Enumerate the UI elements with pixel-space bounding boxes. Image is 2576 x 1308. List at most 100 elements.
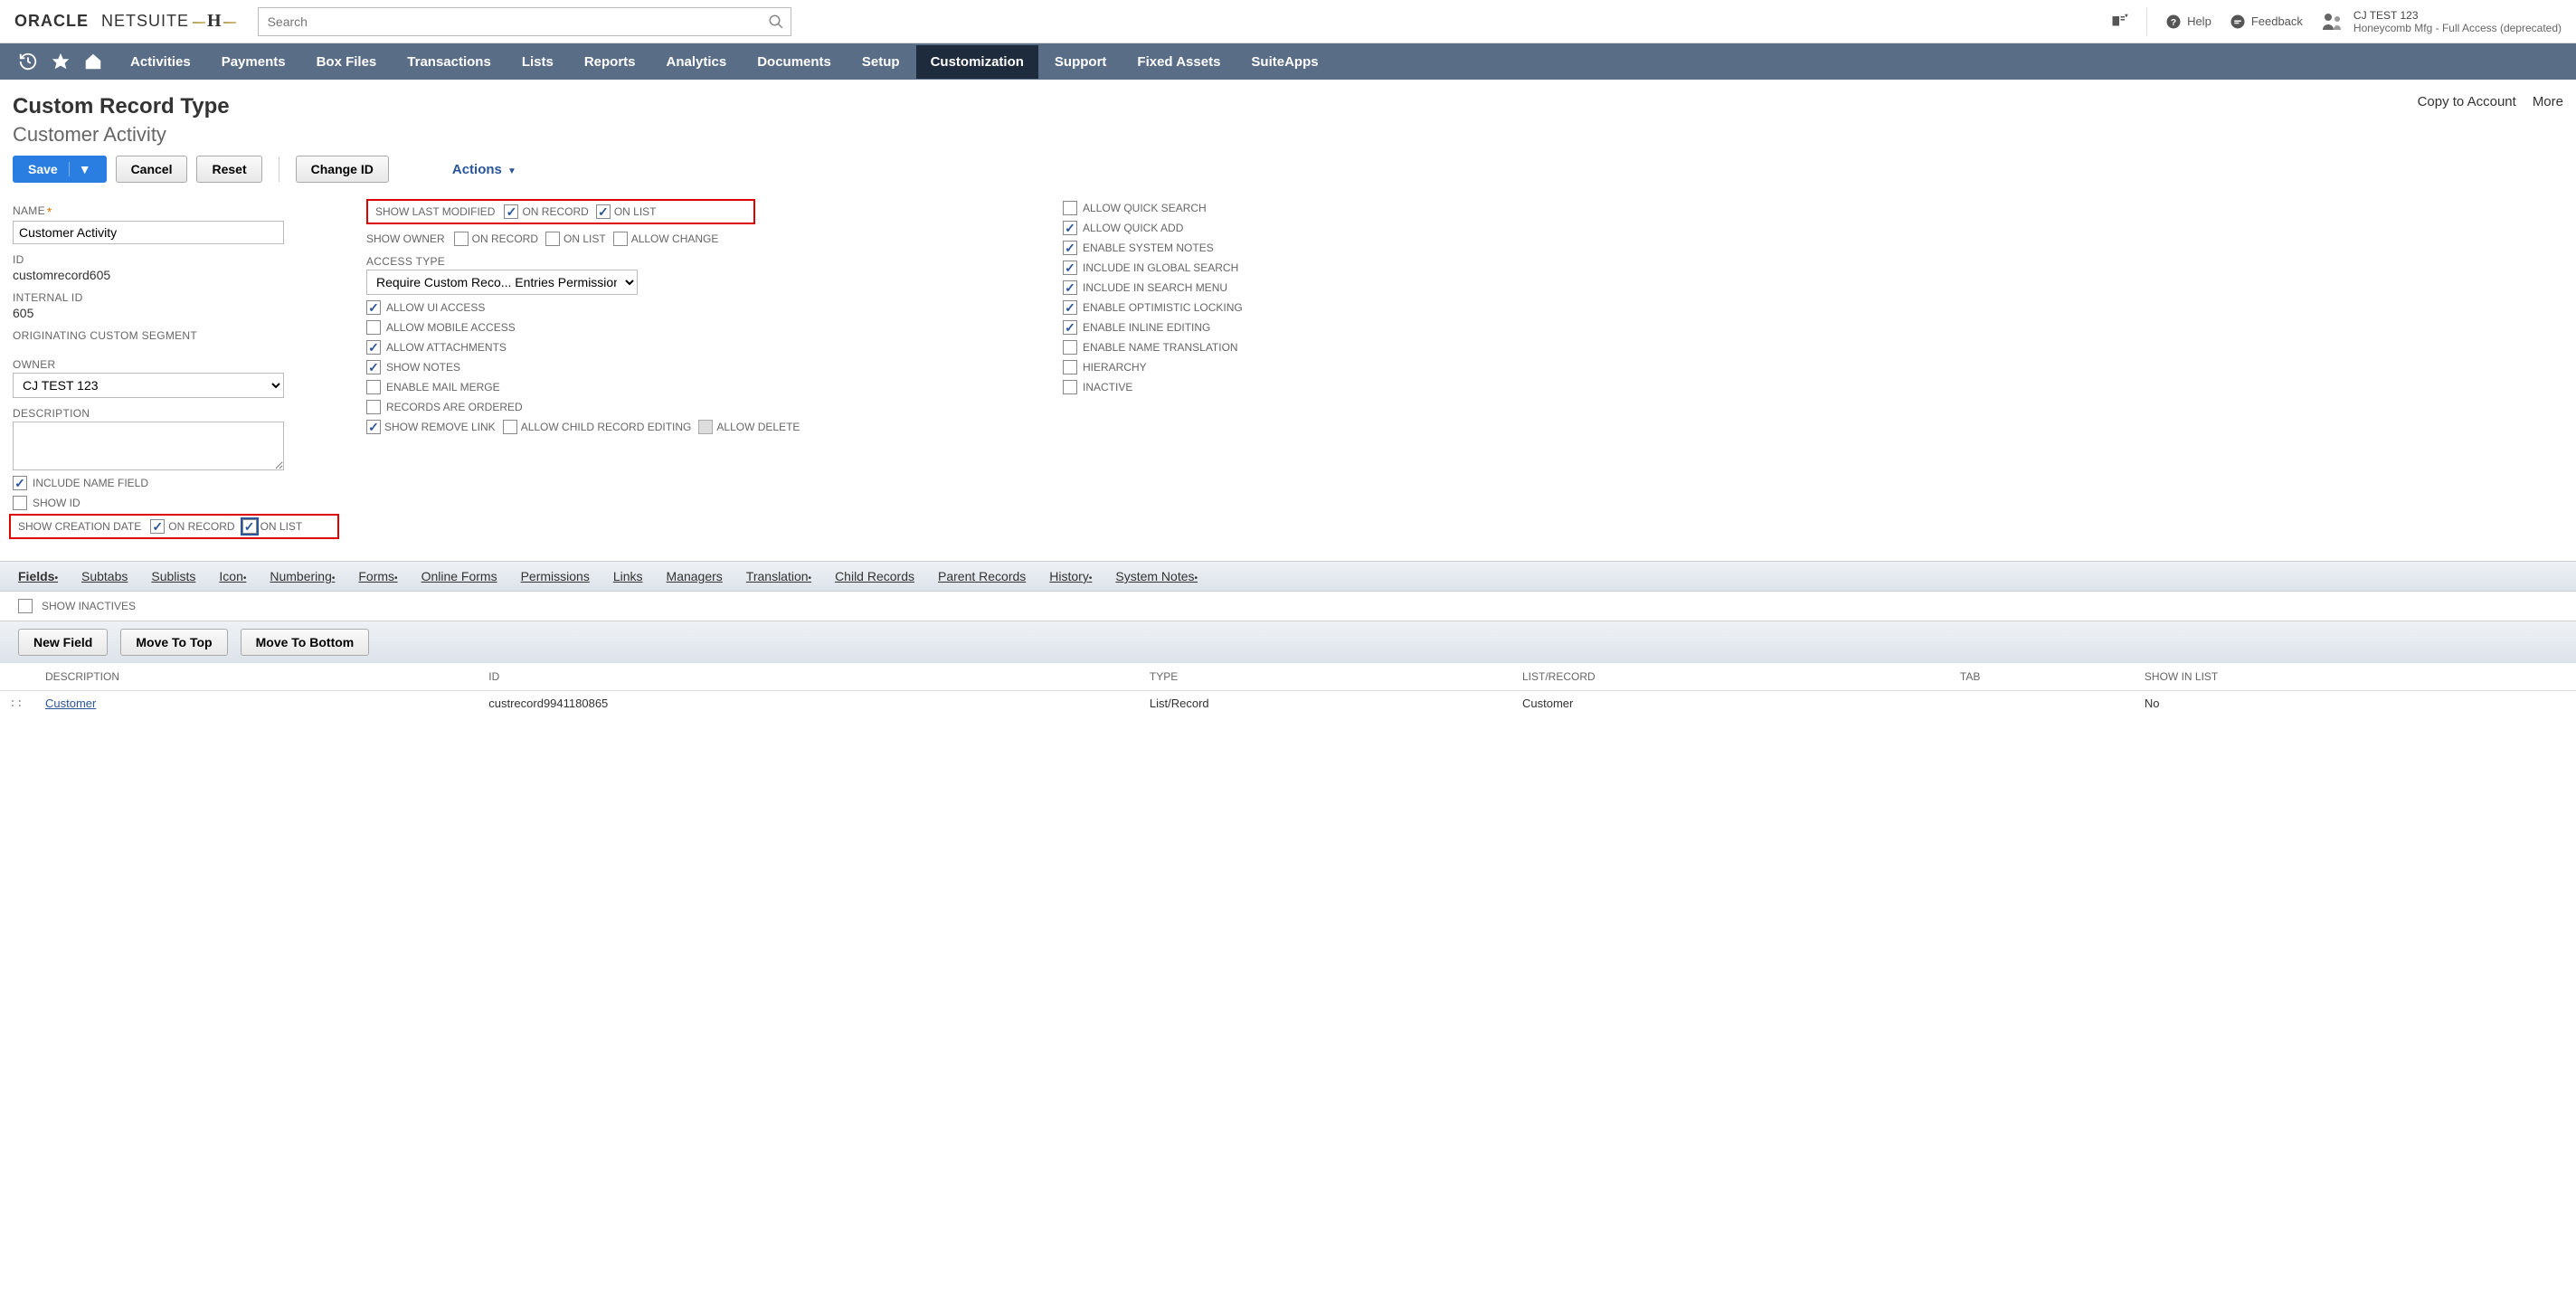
nav-item-support[interactable]: Support [1040,45,1122,79]
row-description-link[interactable]: Customer [45,697,96,710]
nav-item-customization[interactable]: Customization [916,45,1038,79]
subtab-history[interactable]: History [1049,569,1092,583]
nav-item-documents[interactable]: Documents [743,45,846,79]
access-type-select[interactable]: Require Custom Reco... Entries Permissio… [366,270,638,295]
nav-item-activities[interactable]: Activities [116,45,205,79]
table-row[interactable]: ::Customercustrecord9941180865List/Recor… [0,691,2576,716]
creation-on-list-label: ON LIST [260,520,303,533]
save-caret-icon[interactable]: ▼ [69,162,91,176]
show-remove-link-checkbox[interactable] [366,420,381,434]
search-input[interactable] [258,7,791,36]
history-icon[interactable] [18,52,38,71]
copy-to-account-link[interactable]: Copy to Account [2418,94,2516,109]
new-field-button[interactable]: New Field [18,629,108,656]
creation-on-list-checkbox[interactable] [242,519,257,534]
enable-inline-editing-checkbox[interactable] [1063,320,1077,335]
include-in-global-search-checkbox[interactable] [1063,261,1077,275]
records-are-ordered-label: RECORDS ARE ORDERED [386,401,523,413]
subtab-fields[interactable]: Fields [18,569,58,583]
subtab-icon[interactable]: Icon [219,569,246,583]
creation-on-record-checkbox[interactable] [150,519,165,534]
description-textarea[interactable] [13,422,284,470]
enable-mail-merge-checkbox[interactable] [366,380,381,394]
star-icon[interactable] [51,52,71,71]
enable-optimistic-locking-checkbox[interactable] [1063,300,1077,315]
allow-mobile-access-checkbox[interactable] [366,320,381,335]
row-show-in-list: No [2136,691,2576,716]
show-inactives-checkbox[interactable] [18,599,33,613]
allow-quick-add-checkbox[interactable] [1063,221,1077,235]
allow-attachments-checkbox[interactable] [366,340,381,355]
nav-item-setup[interactable]: Setup [848,45,914,79]
nav-item-suiteapps[interactable]: SuiteApps [1236,45,1332,79]
nav-item-box-files[interactable]: Box Files [302,45,392,79]
owner-allow-change-label: ALLOW CHANGE [631,232,719,245]
creation-on-record-label: ON RECORD [168,520,234,533]
subtab-sublists[interactable]: Sublists [151,569,195,583]
allow-delete-checkbox[interactable] [698,420,713,434]
enable-name-translation-label: ENABLE NAME TRANSLATION [1083,341,1238,354]
records-are-ordered-checkbox[interactable] [366,400,381,414]
nav-item-lists[interactable]: Lists [507,45,568,79]
help-link[interactable]: ? Help [2165,14,2211,30]
nav-item-fixed-assets[interactable]: Fixed Assets [1122,45,1235,79]
owner-on-list-checkbox[interactable] [545,232,560,246]
search-icon[interactable] [768,14,784,30]
page-header: Custom Record Type Customer Activity Cop… [0,80,2576,156]
owner-select[interactable]: CJ TEST 123 [13,373,284,398]
nav-item-payments[interactable]: Payments [207,45,300,79]
home-icon[interactable] [83,52,103,71]
subtab-online-forms[interactable]: Online Forms [421,569,497,583]
subtab-links[interactable]: Links [613,569,643,583]
page-subtitle: Customer Activity [13,123,230,147]
col-tab: TAB [1951,663,2136,691]
include-in-search-menu-checkbox[interactable] [1063,280,1077,295]
id-label: ID [13,253,339,266]
subtab-numbering[interactable]: Numbering [270,569,335,583]
allow-ui-access-checkbox[interactable] [366,300,381,315]
user-block[interactable]: CJ TEST 123 Honeycomb Mfg - Full Access … [2321,9,2562,34]
hierarchy-checkbox[interactable] [1063,360,1077,374]
feedback-link[interactable]: Feedback [2230,14,2303,30]
include-name-field-checkbox[interactable] [13,476,27,490]
fields-table: DESCRIPTION ID TYPE LIST/RECORD TAB SHOW… [0,663,2576,716]
allow-quick-search-checkbox[interactable] [1063,201,1077,215]
change-id-button[interactable]: Change ID [296,156,389,183]
enable-system-notes-checkbox[interactable] [1063,241,1077,255]
subtab-subtabs[interactable]: Subtabs [81,569,128,583]
enable-name-translation-checkbox[interactable] [1063,340,1077,355]
show-notes-checkbox[interactable] [366,360,381,374]
nav-item-reports[interactable]: Reports [570,45,650,79]
subtab-translation[interactable]: Translation [746,569,811,583]
create-icon[interactable]: ▾ [2110,14,2128,30]
modified-on-list-checkbox[interactable] [596,204,611,219]
owner-on-list-label: ON LIST [564,232,606,245]
inactive-checkbox[interactable] [1063,380,1077,394]
subtab-forms[interactable]: Forms [358,569,397,583]
reset-button[interactable]: Reset [196,156,261,183]
nav-item-transactions[interactable]: Transactions [393,45,506,79]
cancel-button[interactable]: Cancel [116,156,188,183]
subtab-parent-records[interactable]: Parent Records [938,569,1026,583]
main-nav: ActivitiesPaymentsBox FilesTransactionsL… [0,43,2576,80]
move-to-bottom-button[interactable]: Move To Bottom [241,629,370,656]
more-link[interactable]: More [2533,94,2563,109]
owner-allow-change-checkbox[interactable] [613,232,628,246]
actions-menu[interactable]: Actions ▼ [452,162,516,177]
subtab-permissions[interactable]: Permissions [521,569,590,583]
save-button[interactable]: Save ▼ [13,156,107,183]
name-input[interactable] [13,221,284,244]
modified-on-record-checkbox[interactable] [504,204,518,219]
drag-handle-icon[interactable]: :: [0,691,36,716]
owner-on-record-checkbox[interactable] [454,232,469,246]
move-to-top-button[interactable]: Move To Top [120,629,227,656]
allow-child-record-editing-label: ALLOW CHILD RECORD EDITING [521,421,692,433]
show-id-checkbox[interactable] [13,496,27,510]
form-col-2: SHOW LAST MODIFIED ON RECORD ON LIST SHO… [366,195,1018,543]
subtab-system-notes[interactable]: System Notes [1115,569,1198,583]
subtab-managers[interactable]: Managers [667,569,723,583]
subtab-child-records[interactable]: Child Records [835,569,914,583]
nav-item-analytics[interactable]: Analytics [652,45,742,79]
header-divider [2146,8,2147,35]
allow-child-record-editing-checkbox[interactable] [503,420,517,434]
